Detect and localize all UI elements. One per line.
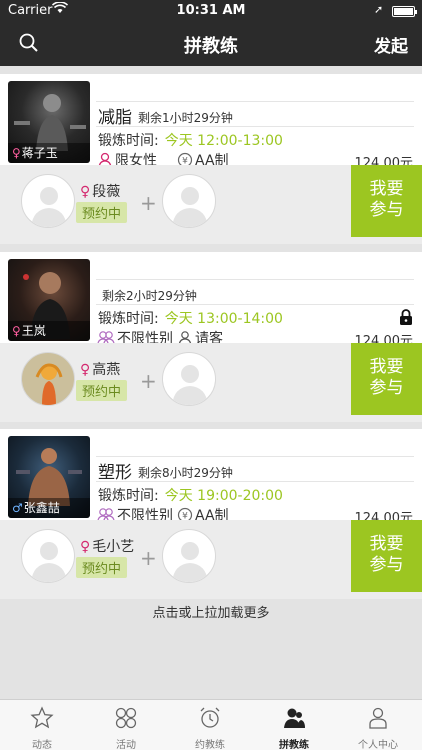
status-badge: 预约中: [76, 380, 128, 401]
launch-button[interactable]: 发起: [374, 32, 408, 57]
activity-icon: [115, 707, 137, 729]
status-bar: Carrier 10:31 AM ➚: [0, 0, 422, 22]
coach-card[interactable]: ♀王岚 剩余2小时29分钟 锻炼时间: 今天 13:00-14:00 不限性别 请…: [0, 252, 422, 422]
join-button[interactable]: 我要参与: [351, 165, 422, 237]
status-time: 10:31 AM: [176, 3, 246, 18]
member-name: 段薇: [92, 184, 121, 200]
load-more-button[interactable]: 点击或上拉加载更多: [0, 597, 422, 631]
remaining-time: 剩余8小时29分钟: [138, 466, 233, 480]
location-arrow-icon: ➚: [374, 3, 384, 16]
member-avatar[interactable]: [21, 529, 75, 583]
tab-label: 个人中心: [358, 740, 398, 750]
remaining-time: 剩余1小时29分钟: [138, 111, 233, 125]
tab-group-coach[interactable]: 拼教练: [252, 700, 336, 750]
member-name-row: ♀ 段薇: [80, 181, 120, 201]
coach-photo[interactable]: ♀王岚: [8, 259, 90, 341]
card-info: ♀王岚 剩余2小时29分钟 锻炼时间: 今天 13:00-14:00 不限性别 请…: [0, 252, 422, 349]
female-gender-icon: ♀: [80, 184, 91, 200]
page-title: 拼教练: [184, 36, 238, 57]
tab-book-coach[interactable]: 约教练: [168, 700, 252, 750]
female-gender-icon: ♀: [12, 146, 21, 160]
tab-profile[interactable]: 个人中心: [336, 700, 420, 750]
tab-bar: 动态 活动 约教练 拼教练 个人中心: [0, 699, 422, 750]
top-bar: Carrier 10:31 AM ➚ 拼教练 发起: [0, 0, 422, 66]
coach-name-tag: ♂张鑫喆: [8, 498, 90, 518]
coach-card[interactable]: ♂张鑫喆 塑形 剩余8小时29分钟 锻炼时间: 今天 19:00-20:00 不限…: [0, 429, 422, 599]
card-info: ♂张鑫喆 塑形 剩余8小时29分钟 锻炼时间: 今天 19:00-20:00 不限…: [0, 429, 422, 526]
alarm-clock-icon: [200, 707, 220, 728]
person-icon: [369, 707, 387, 729]
divider: [96, 304, 414, 305]
time-label: 锻炼时间:: [98, 488, 159, 504]
coach-name: 张鑫喆: [23, 501, 60, 515]
tab-label: 动态: [32, 740, 52, 750]
status-badge: 预约中: [76, 202, 128, 223]
time-row: 锻炼时间: 今天 19:00-20:00: [98, 485, 283, 505]
divider: [96, 456, 414, 457]
divider: [96, 279, 414, 280]
time-value: 今天 12:00-13:00: [164, 133, 283, 149]
participants-row: ♀ 毛小艺 预约中 + 我要参与: [0, 520, 422, 599]
member-name-row: ♀ 高燕: [80, 359, 120, 379]
join-button[interactable]: 我要参与: [351, 343, 422, 415]
lock-icon: [399, 309, 413, 329]
coach-card[interactable]: ♀蒋子玉 减脂 剩余1小时29分钟 锻炼时间: 今天 12:00-13:00 限女…: [0, 74, 422, 244]
divider: [96, 481, 414, 482]
status-badge: 预约中: [76, 557, 128, 578]
member-name: 高燕: [92, 362, 121, 378]
member-avatar[interactable]: [21, 174, 75, 228]
tab-label: 活动: [116, 740, 136, 750]
coach-name-tag: ♀蒋子玉: [8, 143, 90, 163]
coach-name: 王岚: [21, 324, 46, 338]
navigation-bar: 拼教练 发起: [0, 22, 422, 66]
card-title: 减脂: [98, 108, 132, 128]
coach-name: 蒋子玉: [21, 146, 58, 160]
female-gender-icon: ♀: [80, 362, 91, 378]
plus-icon: +: [140, 546, 157, 570]
battery-icon: [392, 6, 417, 17]
plus-icon: +: [140, 369, 157, 393]
tab-activity[interactable]: 活动: [84, 700, 168, 750]
divider: [96, 126, 414, 127]
tab-label: 拼教练: [279, 740, 309, 750]
plus-icon: +: [140, 191, 157, 215]
empty-slot-avatar[interactable]: [162, 174, 216, 228]
male-gender-icon: ♂: [12, 501, 23, 515]
time-row: 锻炼时间: 今天 12:00-13:00: [98, 130, 283, 150]
coach-photo[interactable]: ♀蒋子玉: [8, 81, 90, 163]
empty-slot-avatar[interactable]: [162, 529, 216, 583]
member-avatar[interactable]: [21, 352, 75, 406]
member-name: 毛小艺: [92, 539, 135, 555]
coach-photo[interactable]: ♂张鑫喆: [8, 436, 90, 518]
remaining-time: 剩余2小时29分钟: [102, 289, 197, 303]
star-icon: [30, 706, 54, 729]
time-label: 锻炼时间:: [98, 311, 159, 327]
time-value: 今天 13:00-14:00: [164, 311, 283, 327]
group-coach-icon: [284, 708, 305, 728]
time-label: 锻炼时间:: [98, 133, 159, 149]
female-gender-icon: ♀: [80, 539, 91, 555]
time-row: 锻炼时间: 今天 13:00-14:00: [98, 308, 283, 328]
tab-dynamic[interactable]: 动态: [0, 700, 84, 750]
participants-row: ♀ 高燕 预约中 + 我要参与: [0, 343, 422, 422]
divider: [96, 101, 414, 102]
female-gender-icon: ♀: [12, 324, 21, 338]
card-info: ♀蒋子玉 减脂 剩余1小时29分钟 锻炼时间: 今天 12:00-13:00 限女…: [0, 74, 422, 171]
tab-label: 约教练: [195, 740, 225, 750]
member-name-row: ♀ 毛小艺: [80, 536, 134, 556]
coach-name-tag: ♀王岚: [8, 321, 90, 341]
empty-slot-avatar[interactable]: [162, 352, 216, 406]
card-title: 塑形: [98, 463, 132, 483]
time-value: 今天 19:00-20:00: [164, 488, 283, 504]
participants-row: ♀ 段薇 预约中 + 我要参与: [0, 165, 422, 244]
join-button[interactable]: 我要参与: [351, 520, 422, 592]
